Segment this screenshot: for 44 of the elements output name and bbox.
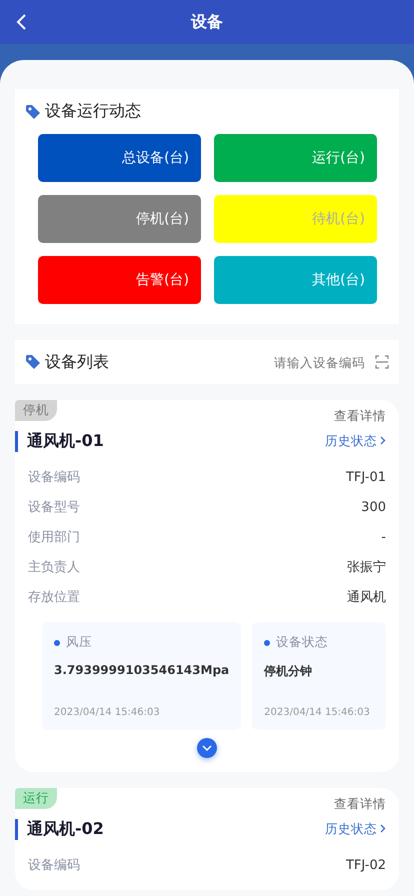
tag-icon (25, 104, 41, 120)
history-link[interactable]: 历史状态 (325, 821, 386, 838)
detail-link[interactable]: 查看详情 (334, 408, 386, 425)
tag-icon (25, 354, 41, 370)
section-title: 设备列表 (45, 352, 109, 372)
stat-tile[interactable]: 运行(台) (214, 134, 377, 182)
metric-value: 停机分钟 (264, 663, 314, 680)
metric-time: 2023/04/14 15:46:03 (54, 707, 161, 718)
metric-value: 3.7939999103546143Mpa (54, 663, 230, 677)
metric-label: 风压 (66, 634, 92, 651)
status-tag: 运行 (15, 788, 57, 809)
bullet-icon (54, 640, 60, 646)
field-label: 存放位置 (28, 589, 80, 606)
field-value: TFJ-01 (346, 470, 386, 484)
scan-icon[interactable] (375, 355, 389, 369)
chevron-icon (380, 436, 386, 445)
page-title: 设备 (191, 12, 223, 32)
stat-tile[interactable]: 其他(台) (214, 256, 377, 304)
section-title: 设备运行动态 (45, 101, 141, 122)
stat-tile[interactable]: 停机(台) (38, 195, 201, 243)
detail-link[interactable]: 查看详情 (334, 796, 386, 813)
chevron-icon (380, 824, 386, 833)
metric-label: 设备状态 (276, 634, 328, 651)
field-value: TFJ-02 (346, 858, 386, 872)
search-field[interactable]: 请输入设备编码 (263, 354, 367, 370)
stat-tile[interactable]: 总设备(台) (38, 134, 201, 182)
status-tag: 停机 (15, 400, 57, 421)
device-name: 通风机-01 (15, 431, 104, 452)
field-label: 设备编码 (28, 857, 80, 874)
field-label: 设备编码 (28, 469, 80, 486)
field-value: 通风机 (347, 589, 386, 606)
bullet-icon (264, 640, 270, 646)
field-label: 主负责人 (28, 559, 80, 576)
expand-button[interactable] (197, 738, 217, 758)
field-value: - (381, 530, 386, 544)
chevron-down-icon (202, 745, 212, 751)
field-label: 使用部门 (28, 529, 80, 546)
stat-tile[interactable]: 告警(台) (38, 256, 201, 304)
metric-time: 2023/04/14 15:46:03 (264, 707, 371, 718)
field-label: 设备型号 (28, 499, 80, 516)
field-value: 300 (361, 500, 386, 514)
field-value: 张振宁 (347, 559, 386, 576)
device-name: 通风机-02 (15, 819, 104, 840)
history-link[interactable]: 历史状态 (325, 433, 386, 450)
